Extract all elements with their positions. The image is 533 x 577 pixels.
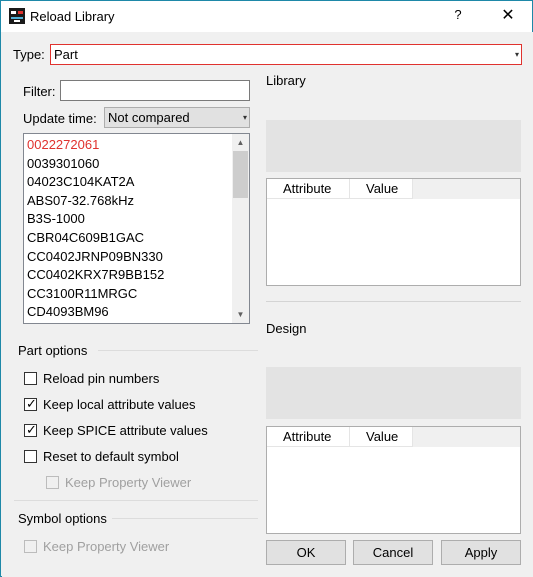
reload-library-dialog: Reload Library ? ✕ Type: Part ▾ Filter: … [0, 0, 533, 577]
reload-pin-numbers-checkbox[interactable] [24, 372, 37, 385]
keep-property-viewer-symbol-label[interactable]: Keep Property Viewer [43, 539, 169, 554]
column-header-value[interactable]: Value [350, 179, 413, 199]
chevron-down-icon: ▾ [514, 50, 519, 59]
list-item[interactable]: CC0402JRNP09BN330 [26, 248, 229, 267]
part-options-heading: Part options [18, 343, 88, 358]
keep-property-viewer-part-label[interactable]: Keep Property Viewer [65, 475, 191, 490]
keep-property-viewer-symbol-checkbox[interactable] [24, 540, 37, 553]
title-bar[interactable]: Reload Library ? ✕ [1, 1, 532, 32]
design-heading: Design [266, 321, 307, 336]
list-item[interactable]: B3S-1000 [26, 210, 229, 229]
scroll-up-icon[interactable]: ▲ [232, 134, 249, 151]
list-item[interactable]: CD4093BM96 [26, 303, 229, 322]
checkmark-icon: ✓ [26, 422, 37, 437]
window-title: Reload Library [30, 9, 115, 24]
scroll-down-icon[interactable]: ▼ [232, 306, 249, 323]
library-design-divider [266, 301, 521, 302]
list-item[interactable]: CC3100R11MRGC [26, 285, 229, 304]
keep-local-attribute-values-label[interactable]: Keep local attribute values [43, 397, 195, 412]
list-item[interactable]: 0022272061 [26, 136, 229, 155]
filter-input[interactable] [60, 80, 250, 101]
type-select[interactable]: Part ▾ [50, 44, 522, 65]
design-attribute-table[interactable]: Attribute Value [266, 426, 521, 534]
checkmark-icon: ✓ [26, 396, 37, 411]
chevron-down-icon: ▾ [242, 113, 247, 122]
ok-button[interactable]: OK [266, 540, 346, 565]
part-options-divider [98, 350, 258, 351]
update-time-label: Update time: [23, 111, 97, 126]
type-select-value: Part [54, 47, 78, 62]
reload-pin-numbers-label[interactable]: Reload pin numbers [43, 371, 159, 386]
cancel-button[interactable]: Cancel [353, 540, 433, 565]
list-item[interactable]: 0039301060 [26, 155, 229, 174]
parts-list[interactable]: 0022272061 0039301060 04023C104KAT2A ABS… [23, 133, 250, 324]
close-button[interactable]: ✕ [497, 5, 519, 27]
column-header-attribute[interactable]: Attribute [267, 179, 350, 199]
symbol-options-divider [112, 518, 258, 519]
column-header-value[interactable]: Value [350, 427, 413, 447]
design-table-header: Attribute Value [267, 427, 520, 447]
list-item[interactable]: CC0402KRX7R9BB152 [26, 266, 229, 285]
reset-to-default-symbol-checkbox[interactable] [24, 450, 37, 463]
library-attribute-table[interactable]: Attribute Value [266, 178, 521, 286]
parts-list-items: 0022272061 0039301060 04023C104KAT2A ABS… [26, 136, 229, 322]
app-icon [9, 8, 25, 24]
part-options-bottom-divider [14, 500, 258, 501]
library-table-header: Attribute Value [267, 179, 520, 199]
dialog-body: Type: Part ▾ Filter: Update time: Not co… [2, 32, 533, 577]
keep-property-viewer-part-checkbox[interactable] [46, 476, 59, 489]
apply-button[interactable]: Apply [441, 540, 521, 565]
type-label: Type: [13, 47, 45, 62]
library-heading: Library [266, 73, 306, 88]
list-item[interactable]: CBR04C609B1GAC [26, 229, 229, 248]
list-item[interactable]: ABS07-32.768kHz [26, 192, 229, 211]
header-filler [413, 427, 520, 447]
scroll-thumb[interactable] [233, 151, 248, 198]
update-time-value: Not compared [108, 110, 190, 125]
update-time-select[interactable]: Not compared ▾ [104, 107, 250, 128]
column-header-attribute[interactable]: Attribute [267, 427, 350, 447]
keep-local-attribute-values-checkbox[interactable]: ✓ [24, 396, 37, 411]
keep-spice-attribute-values-checkbox[interactable]: ✓ [24, 422, 37, 437]
header-filler [413, 179, 520, 199]
library-preview [266, 120, 521, 172]
keep-spice-attribute-values-label[interactable]: Keep SPICE attribute values [43, 423, 208, 438]
design-preview [266, 367, 521, 419]
symbol-options-heading: Symbol options [18, 511, 107, 526]
parts-list-scrollbar[interactable]: ▲ ▼ [232, 134, 249, 323]
filter-label: Filter: [23, 84, 56, 99]
list-item[interactable]: 04023C104KAT2A [26, 173, 229, 192]
reset-to-default-symbol-label[interactable]: Reset to default symbol [43, 449, 179, 464]
help-button[interactable]: ? [451, 7, 465, 22]
